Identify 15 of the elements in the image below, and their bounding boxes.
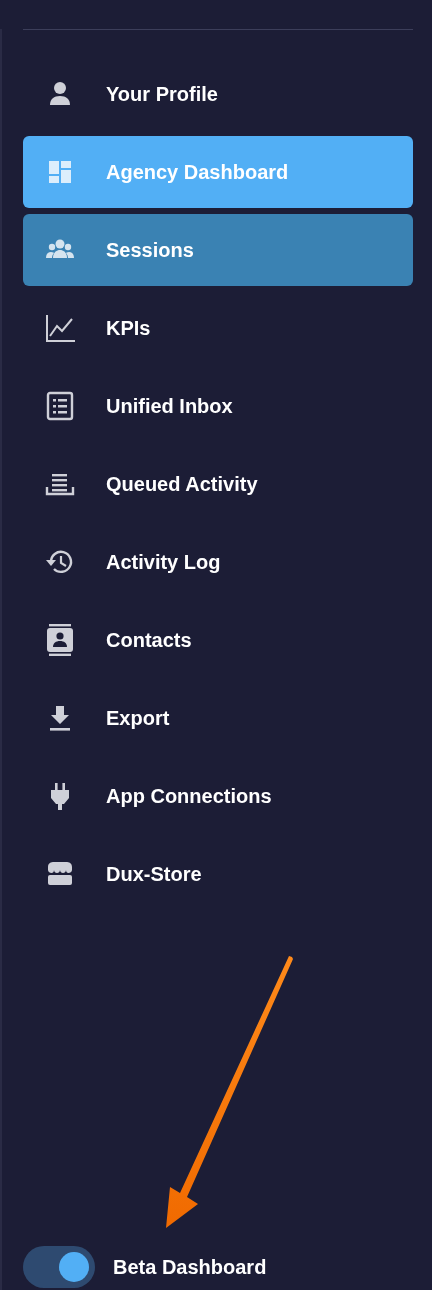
sidebar-item[interactable]: Unified Inbox [23, 370, 413, 442]
sidebar-item[interactable]: Contacts [23, 604, 413, 676]
sidebar-item[interactable]: Queued Activity [23, 448, 413, 520]
toggle-label: Beta Dashboard [113, 1255, 267, 1280]
sidebar-item[interactable]: Your Profile [23, 58, 413, 130]
toggle-switch[interactable] [23, 1246, 95, 1288]
sidebar-item[interactable]: Sessions [23, 214, 413, 286]
line-chart-icon [44, 312, 76, 344]
list-icon [44, 390, 76, 422]
sidebar-item[interactable]: Export [23, 682, 413, 754]
sidebar-item[interactable]: Dux-Store [23, 838, 413, 910]
sidebar-item[interactable]: KPIs [23, 292, 413, 364]
contact-card-icon [44, 624, 76, 656]
sidebar-item[interactable]: App Connections [23, 760, 413, 832]
sidebar-item[interactable]: Activity Log [23, 526, 413, 598]
